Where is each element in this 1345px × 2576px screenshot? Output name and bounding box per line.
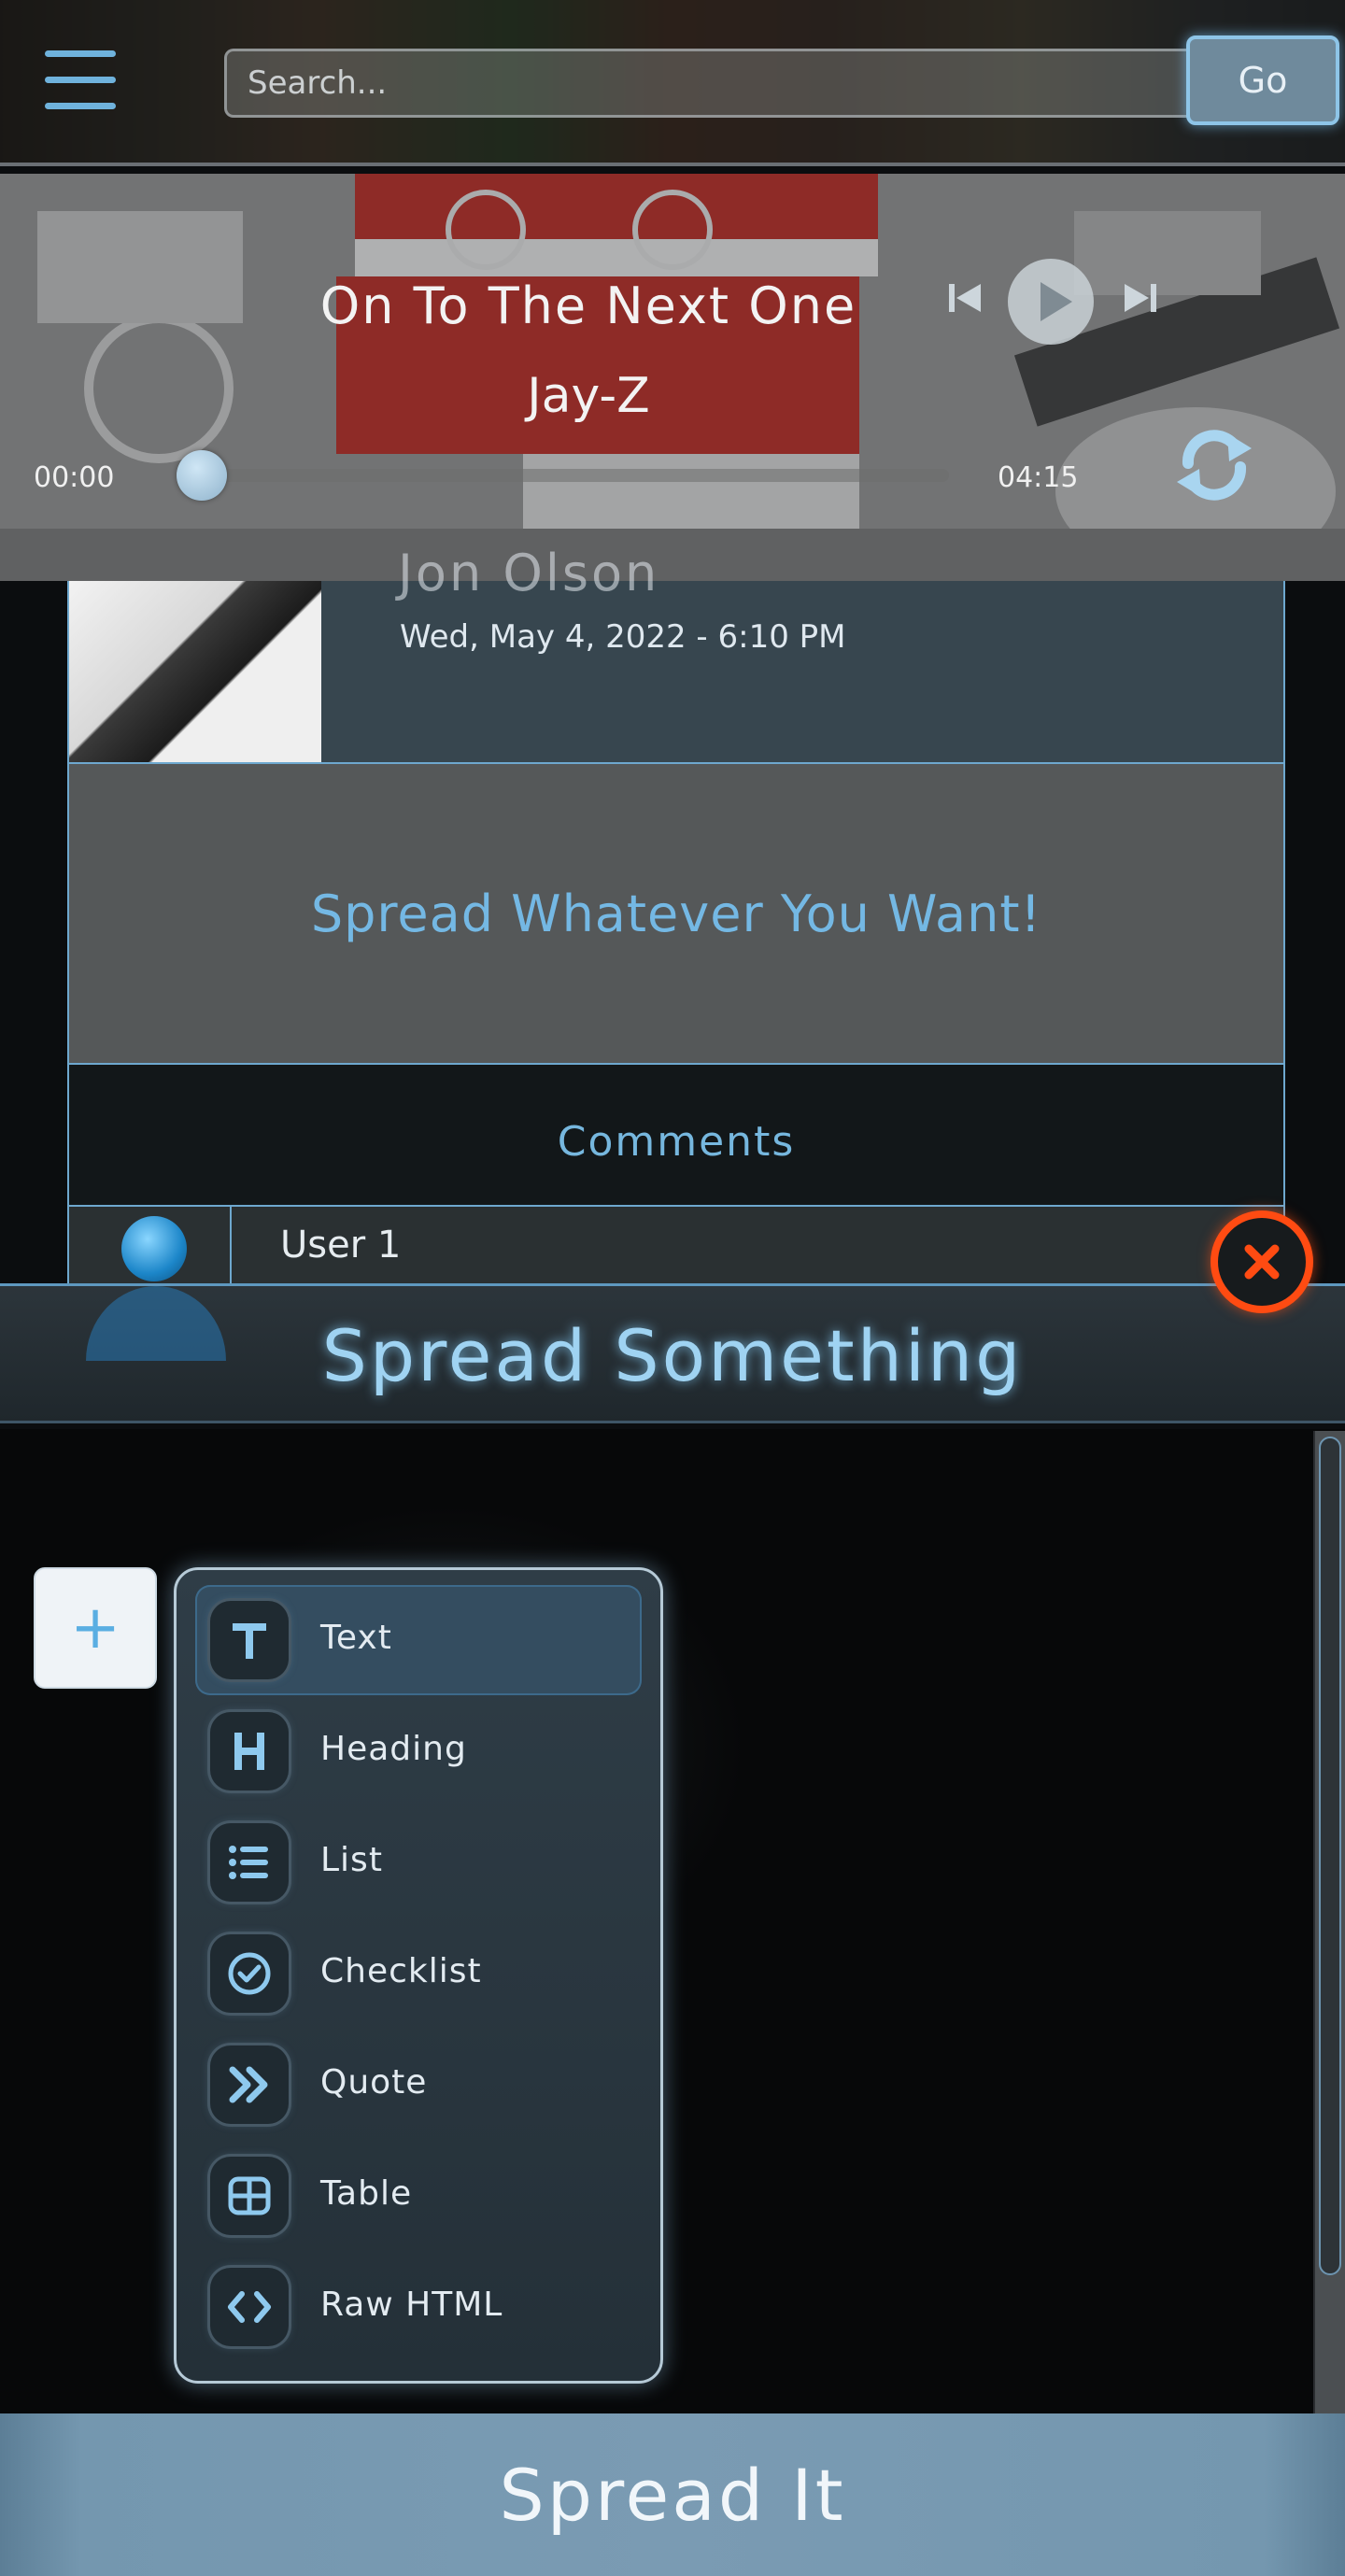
comment-item: User 1 [67, 1207, 1285, 1285]
menu-item-list[interactable]: List [195, 1807, 642, 1918]
menu-item-label: List [320, 1841, 383, 1879]
post-header: Jon Olson Wed, May 4, 2022 - 6:10 PM [67, 544, 1285, 764]
table-icon [210, 2157, 289, 2235]
post-body: Spread Whatever You Want! [67, 764, 1285, 1065]
current-time: 00:00 [34, 461, 115, 494]
repeat-icon[interactable] [1169, 420, 1259, 510]
modal-title: Spread Something [321, 1314, 1024, 1397]
author-name[interactable]: Jon Olson [398, 544, 659, 602]
go-button[interactable]: Go [1186, 35, 1339, 125]
quote-icon [210, 2045, 289, 2124]
song-artist: Jay-Z [527, 368, 650, 424]
play-icon[interactable] [1005, 256, 1097, 347]
post-date: Wed, May 4, 2022 - 6:10 PM [400, 618, 846, 656]
modal-header: Spread Something [0, 1283, 1345, 1423]
checklist-icon [210, 1934, 289, 2013]
close-icon [1244, 1244, 1280, 1280]
menu-item-text[interactable]: Text [195, 1585, 642, 1695]
post-card: Jon Olson Wed, May 4, 2022 - 6:10 PM Spr… [67, 544, 1285, 1285]
user-avatar[interactable] [121, 1216, 187, 1281]
menu-icon[interactable] [45, 50, 116, 110]
progress-bar[interactable] [177, 450, 949, 501]
song-title: On To The Next One [319, 276, 857, 335]
comments-label: Comments [557, 1117, 796, 1166]
menu-item-table[interactable]: Table [195, 2141, 642, 2251]
menu-item-label: Table [320, 2174, 413, 2213]
next-track-icon[interactable] [1121, 278, 1160, 318]
previous-track-icon[interactable] [945, 278, 984, 318]
menu-item-quote[interactable]: Quote [195, 2030, 642, 2140]
menu-item-label: Raw HTML [320, 2286, 503, 2324]
menu-item-label: Text [320, 1619, 392, 1657]
text-icon [210, 1601, 289, 1679]
block-type-menu: Text Heading List Checklist Quote Table … [174, 1567, 663, 2384]
code-icon [210, 2268, 289, 2346]
post-body-text: Spread Whatever You Want! [310, 884, 1042, 943]
app-header: Go [0, 0, 1345, 166]
scrollbar[interactable] [1313, 1431, 1345, 2413]
music-player: On To The Next One Jay-Z 00:00 04:15 [0, 174, 1345, 581]
menu-item-label: Quote [320, 2063, 428, 2102]
scrollbar-thumb[interactable] [1319, 1437, 1341, 2275]
menu-item-label: Checklist [320, 1952, 482, 1990]
comment-username[interactable]: User 1 [280, 1224, 401, 1267]
menu-item-label: Heading [320, 1730, 467, 1768]
add-block-button[interactable]: + [34, 1567, 157, 1689]
menu-item-raw-html[interactable]: Raw HTML [195, 2252, 642, 2362]
search-input[interactable] [224, 49, 1196, 118]
menu-item-checklist[interactable]: Checklist [195, 1918, 642, 2029]
total-time: 04:15 [998, 461, 1079, 494]
close-button[interactable] [1210, 1210, 1313, 1313]
spread-it-button[interactable]: Spread It [0, 2413, 1345, 2576]
comments-section: Comments [67, 1065, 1285, 1207]
heading-icon [210, 1712, 289, 1790]
menu-item-heading[interactable]: Heading [195, 1696, 642, 1806]
list-icon [210, 1823, 289, 1902]
progress-handle[interactable] [177, 450, 227, 501]
author-photo[interactable] [69, 581, 321, 762]
